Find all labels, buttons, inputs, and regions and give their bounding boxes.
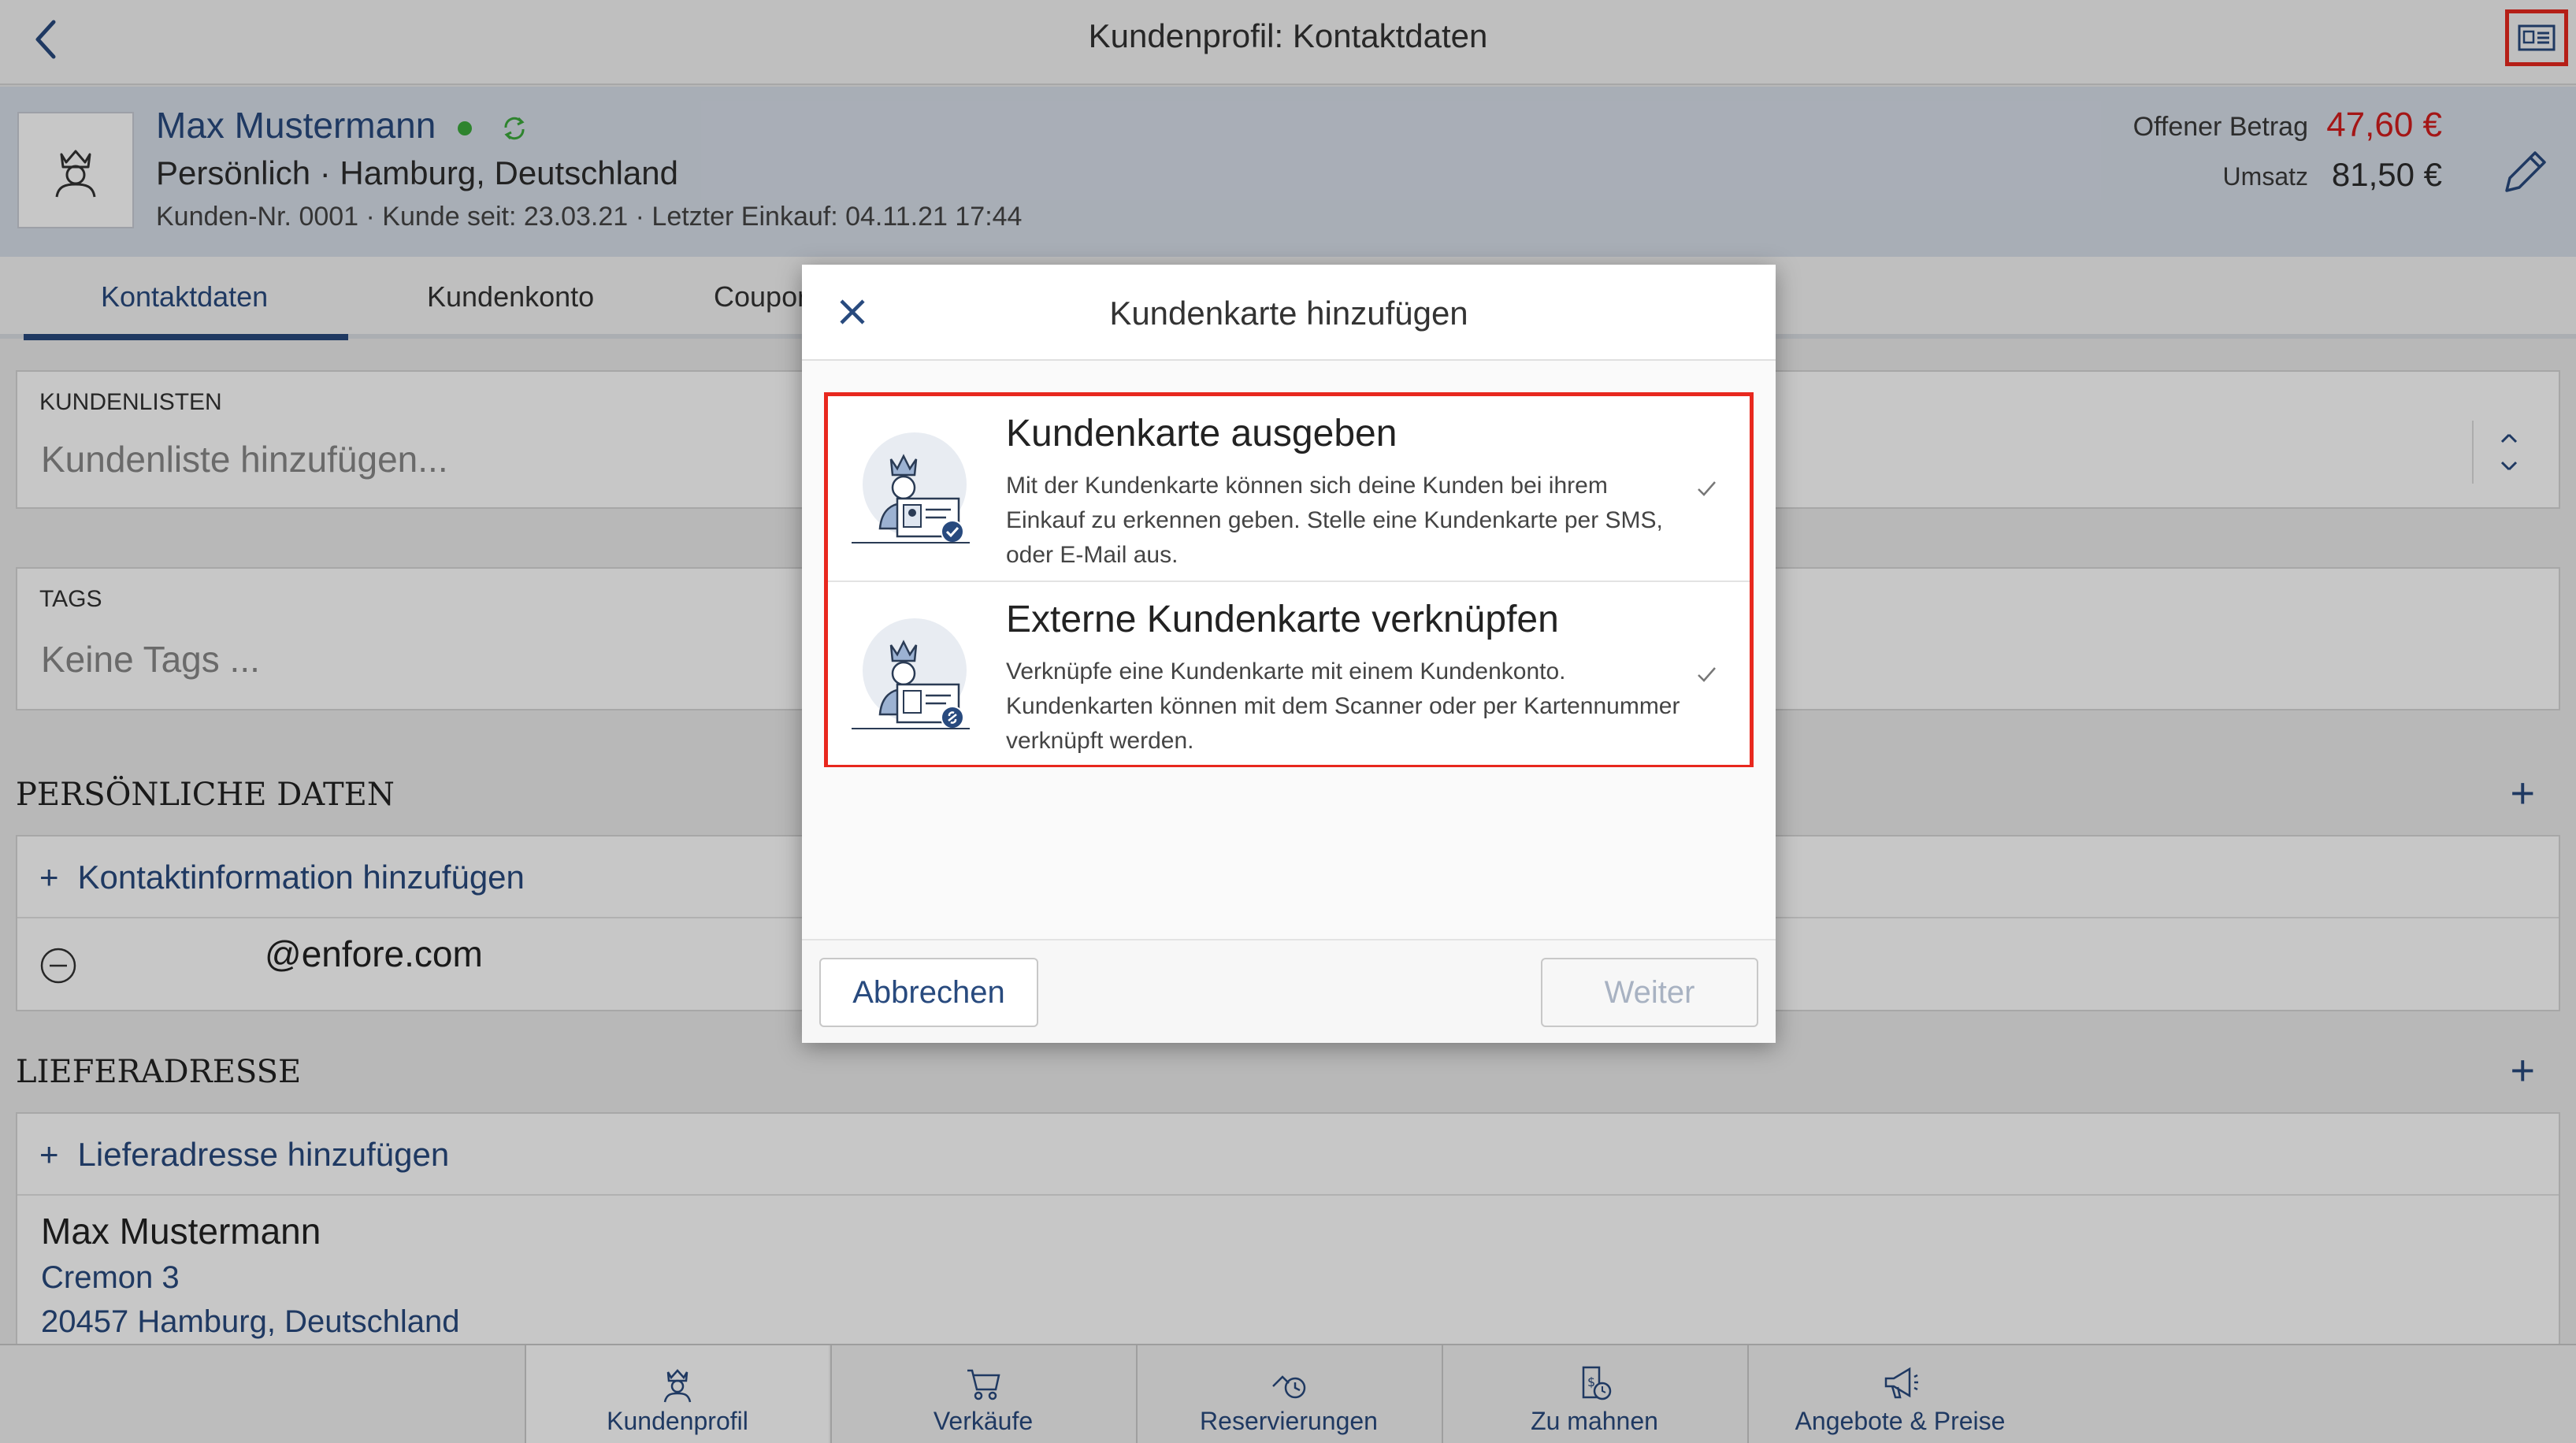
link-card-illustration-icon xyxy=(852,618,970,729)
dialog-footer: Abbrechen Weiter xyxy=(802,939,1776,1043)
checkmark-icon xyxy=(1698,667,1716,682)
card-options-list: Kundenkarte ausgeben Mit der Kundenkarte… xyxy=(824,392,1754,767)
option-description: Verknüpfe eine Kundenkarte mit einem Kun… xyxy=(1006,658,1680,754)
add-customer-card-dialog: Kundenkarte hinzufügen Kundenkarte ausge… xyxy=(802,265,1776,1043)
option-issue-card[interactable]: Kundenkarte ausgeben Mit der Kundenkarte… xyxy=(828,396,1750,581)
cancel-button[interactable]: Abbrechen xyxy=(819,958,1038,1027)
issue-card-illustration-icon xyxy=(852,432,970,543)
checkmark-icon xyxy=(1698,481,1716,496)
option-title: Kundenkarte ausgeben xyxy=(1006,413,1397,454)
next-button[interactable]: Weiter xyxy=(1541,958,1758,1027)
dialog-title: Kundenkarte hinzufügen xyxy=(1109,295,1468,332)
option-link-external-card[interactable]: Externe Kundenkarte verknüpfen Verknüpfe… xyxy=(828,581,1750,765)
option-description: Mit der Kundenkarte können sich deine Ku… xyxy=(1006,473,1663,568)
option-title: Externe Kundenkarte verknüpfen xyxy=(1006,599,1559,640)
dialog-header: Kundenkarte hinzufügen xyxy=(802,265,1776,361)
